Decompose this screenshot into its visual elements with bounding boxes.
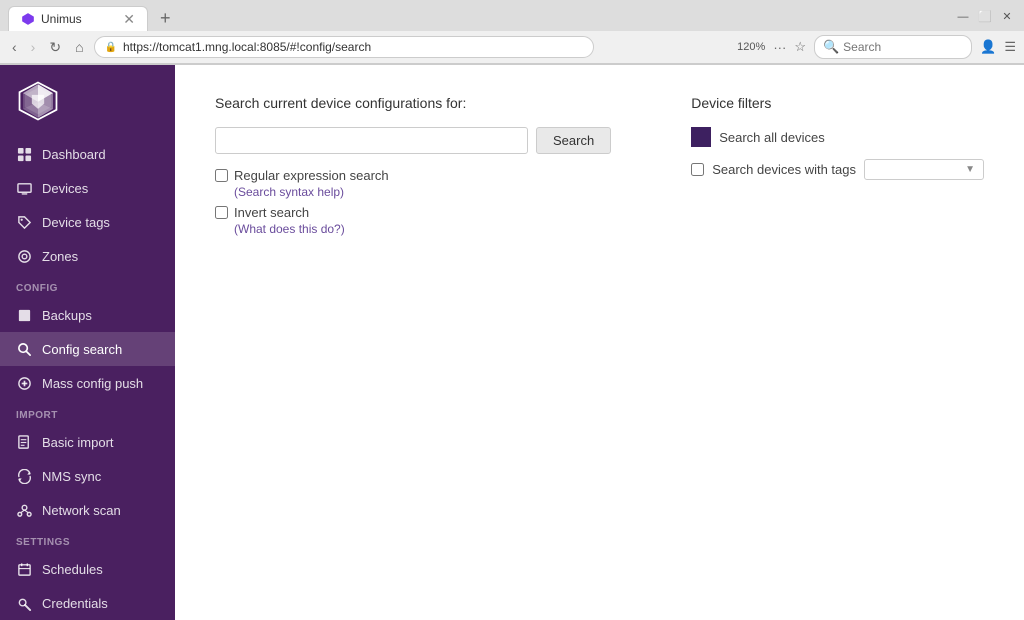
tab-bar: Unimus ✕ + — ⬜ ✕ bbox=[0, 0, 1024, 31]
settings-section-label: SETTINGS bbox=[0, 527, 175, 552]
invert-checkbox-row: Invert search (What does this do?) bbox=[215, 205, 611, 236]
credentials-icon bbox=[16, 595, 32, 611]
basic-import-label: Basic import bbox=[42, 435, 114, 450]
credentials-label: Credentials bbox=[42, 596, 108, 611]
extensions-button[interactable]: ··· bbox=[773, 40, 786, 55]
sidebar-item-nms-sync[interactable]: NMS sync bbox=[0, 459, 175, 493]
tab-favicon bbox=[21, 12, 35, 26]
network-scan-label: Network scan bbox=[42, 503, 121, 518]
backups-label: Backups bbox=[42, 308, 92, 323]
window-controls: — ⬜ ✕ bbox=[954, 8, 1016, 30]
app-container: Dashboard Devices Device tags Zones CONF… bbox=[0, 65, 1024, 620]
config-search-icon bbox=[16, 341, 32, 357]
browser-search-input[interactable] bbox=[843, 40, 963, 54]
address-field[interactable]: 🔒 https://tomcat1.mng.local:8085/#!confi… bbox=[94, 36, 594, 58]
regex-label-group: Regular expression search (Search syntax… bbox=[234, 168, 389, 199]
devices-label: Devices bbox=[42, 181, 88, 196]
sidebar-item-zones[interactable]: Zones bbox=[0, 239, 175, 273]
app-logo bbox=[16, 79, 60, 123]
invert-checkbox[interactable] bbox=[215, 206, 228, 219]
config-section-label: CONFIG bbox=[0, 273, 175, 298]
sidebar-item-device-tags[interactable]: Device tags bbox=[0, 205, 175, 239]
main-content: Search current device configurations for… bbox=[175, 65, 1024, 620]
tab-close-button[interactable]: ✕ bbox=[123, 12, 135, 26]
zoom-level: 120% bbox=[737, 41, 765, 53]
maximize-button[interactable]: ⬜ bbox=[976, 8, 994, 26]
home-button[interactable]: ⌂ bbox=[71, 37, 87, 57]
invert-label: Invert search bbox=[234, 205, 309, 220]
mass-config-push-icon bbox=[16, 375, 32, 391]
mass-config-push-label: Mass config push bbox=[42, 376, 143, 391]
nms-sync-icon bbox=[16, 468, 32, 484]
profile-button[interactable]: 👤 bbox=[980, 39, 996, 55]
forward-button[interactable]: › bbox=[27, 37, 40, 57]
config-search-label: Config search bbox=[42, 342, 122, 357]
sidebar: Dashboard Devices Device tags Zones CONF… bbox=[0, 65, 175, 620]
search-all-label: Search all devices bbox=[719, 130, 825, 145]
schedules-icon bbox=[16, 561, 32, 577]
nms-sync-label: NMS sync bbox=[42, 469, 101, 484]
address-text: https://tomcat1.mng.local:8085/#!config/… bbox=[123, 40, 583, 54]
security-lock-icon: 🔒 bbox=[105, 42, 117, 53]
schedules-label: Schedules bbox=[42, 562, 103, 577]
browser-chrome: Unimus ✕ + — ⬜ ✕ ‹ › ↻ ⌂ 🔒 https://tomca… bbox=[0, 0, 1024, 65]
import-section-label: IMPORT bbox=[0, 400, 175, 425]
browser-search-field[interactable]: 🔍 bbox=[814, 35, 972, 59]
tags-dropdown[interactable]: ▼ bbox=[864, 159, 984, 180]
dashboard-icon bbox=[16, 146, 32, 162]
search-all-option: Search all devices bbox=[691, 127, 984, 147]
bookmark-button[interactable]: ☆ bbox=[794, 39, 806, 55]
search-section: Search current device configurations for… bbox=[215, 95, 611, 242]
dashboard-label: Dashboard bbox=[42, 147, 106, 162]
search-icon: 🔍 bbox=[823, 39, 839, 55]
search-tags-checkbox[interactable] bbox=[691, 163, 704, 176]
sidebar-item-network-scan[interactable]: Network scan bbox=[0, 493, 175, 527]
device-tags-label: Device tags bbox=[42, 215, 110, 230]
sidebar-item-credentials[interactable]: Credentials bbox=[0, 586, 175, 620]
browser-actions: 120% ··· ☆ 🔍 👤 ☰ bbox=[737, 35, 1016, 59]
logo-area bbox=[0, 65, 175, 137]
tab-title: Unimus bbox=[41, 12, 117, 26]
search-row: Search bbox=[215, 127, 611, 154]
sidebar-item-devices[interactable]: Devices bbox=[0, 171, 175, 205]
menu-button[interactable]: ☰ bbox=[1004, 39, 1016, 55]
sidebar-item-basic-import[interactable]: Basic import bbox=[0, 425, 175, 459]
network-scan-icon bbox=[16, 502, 32, 518]
search-tags-option: Search devices with tags ▼ bbox=[691, 159, 984, 180]
search-tags-label: Search devices with tags bbox=[712, 162, 856, 177]
backups-icon bbox=[16, 307, 32, 323]
filters-title: Device filters bbox=[691, 95, 984, 111]
back-button[interactable]: ‹ bbox=[8, 37, 21, 57]
active-tab[interactable]: Unimus ✕ bbox=[8, 6, 148, 31]
refresh-button[interactable]: ↻ bbox=[45, 37, 65, 58]
search-button[interactable]: Search bbox=[536, 127, 611, 154]
tags-chevron-icon: ▼ bbox=[965, 164, 975, 175]
sidebar-item-dashboard[interactable]: Dashboard bbox=[0, 137, 175, 171]
zones-icon bbox=[16, 248, 32, 264]
minimize-button[interactable]: — bbox=[954, 8, 972, 26]
sidebar-item-schedules[interactable]: Schedules bbox=[0, 552, 175, 586]
regex-help-link[interactable]: (Search syntax help) bbox=[234, 185, 389, 199]
zones-label: Zones bbox=[42, 249, 78, 264]
sidebar-item-mass-config-push[interactable]: Mass config push bbox=[0, 366, 175, 400]
filters-section: Device filters Search all devices Search… bbox=[691, 95, 984, 242]
sidebar-item-backups[interactable]: Backups bbox=[0, 298, 175, 332]
regex-checkbox[interactable] bbox=[215, 169, 228, 182]
close-window-button[interactable]: ✕ bbox=[998, 8, 1016, 26]
regex-label: Regular expression search bbox=[234, 168, 389, 183]
regex-checkbox-row: Regular expression search (Search syntax… bbox=[215, 168, 611, 199]
address-bar: ‹ › ↻ ⌂ 🔒 https://tomcat1.mng.local:8085… bbox=[0, 31, 1024, 64]
invert-label-group: Invert search (What does this do?) bbox=[234, 205, 345, 236]
invert-help-link[interactable]: (What does this do?) bbox=[234, 222, 345, 236]
devices-icon bbox=[16, 180, 32, 196]
config-search-input[interactable] bbox=[215, 127, 528, 154]
search-section-title: Search current device configurations for… bbox=[215, 95, 611, 111]
page-section: Search current device configurations for… bbox=[215, 95, 984, 242]
filter-color-indicator bbox=[691, 127, 711, 147]
new-tab-button[interactable]: + bbox=[152, 8, 179, 29]
sidebar-item-config-search[interactable]: Config search bbox=[0, 332, 175, 366]
device-tags-icon bbox=[16, 214, 32, 230]
basic-import-icon bbox=[16, 434, 32, 450]
